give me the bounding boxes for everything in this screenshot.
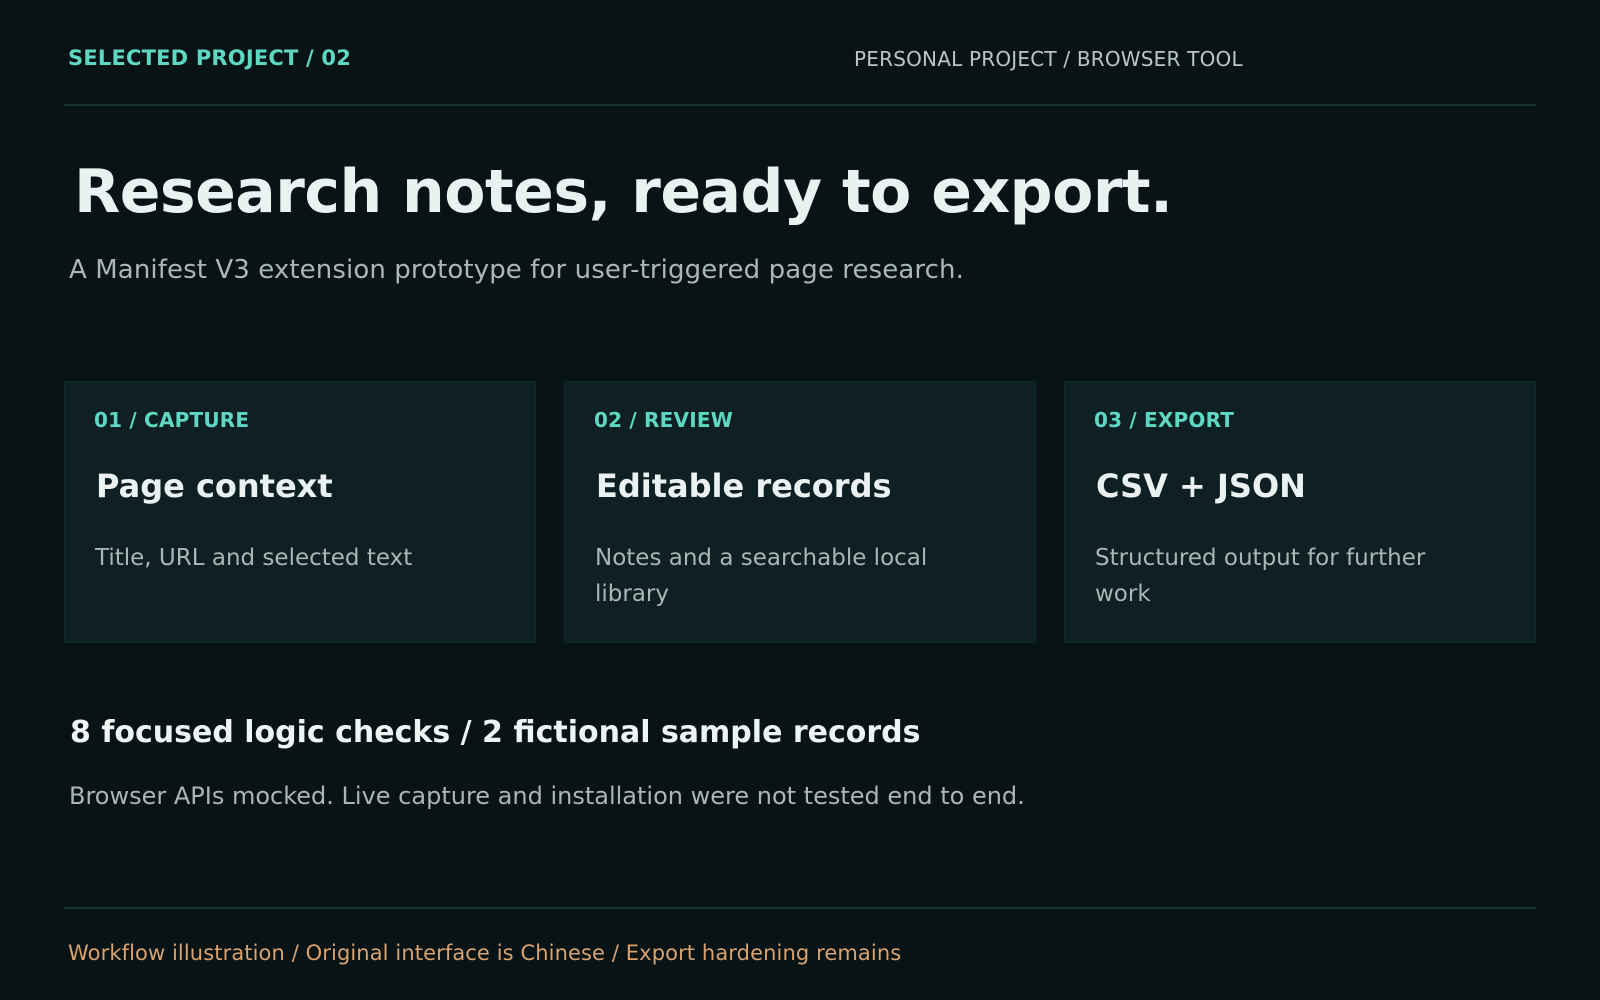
footer-divider xyxy=(64,907,1536,909)
selected-project-label: SELECTED PROJECT / 02 xyxy=(68,46,352,70)
export-card: 03 / EXPORT CSV + JSON Structured output… xyxy=(1064,381,1536,643)
review-card-description: Notes and a searchable local library xyxy=(595,545,928,607)
capture-card-kicker: 01 / CAPTURE xyxy=(94,408,250,432)
hero-subtitle: A Manifest V3 extension prototype for us… xyxy=(69,255,964,285)
capture-card-description: Title, URL and selected text xyxy=(95,545,413,571)
export-card-title: CSV + JSON xyxy=(1096,467,1306,505)
review-card-kicker: 02 / REVIEW xyxy=(594,408,733,432)
footer-note: Workflow illustration / Original interfa… xyxy=(68,941,902,965)
hero-title: Research notes, ready to export. xyxy=(74,157,1173,227)
review-card-title: Editable records xyxy=(596,467,892,505)
project-type-label: PERSONAL PROJECT / BROWSER TOOL xyxy=(854,47,1243,71)
workflow-cards: 01 / CAPTURE Page context Title, URL and… xyxy=(64,381,1536,643)
capture-card-title: Page context xyxy=(96,467,333,505)
export-card-kicker: 03 / EXPORT xyxy=(1094,408,1235,432)
export-card-description: Structured output for further work xyxy=(1095,545,1426,607)
page-header: SELECTED PROJECT / 02 PERSONAL PROJECT /… xyxy=(64,40,1536,106)
validation-note: Browser APIs mocked. Live capture and in… xyxy=(69,782,1025,810)
validation-summary-title: 8 focused logic checks / 2 fictional sam… xyxy=(70,715,921,750)
review-card: 02 / REVIEW Editable records Notes and a… xyxy=(564,381,1036,643)
capture-card: 01 / CAPTURE Page context Title, URL and… xyxy=(64,381,536,643)
